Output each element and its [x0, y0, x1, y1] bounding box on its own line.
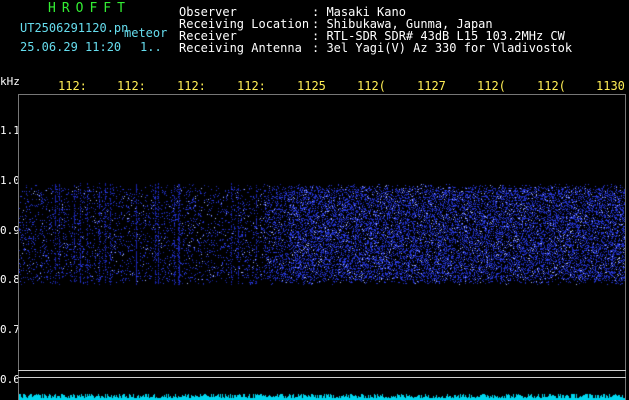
spectrogram-canvas — [19, 95, 625, 400]
x-tick-label: 1130 — [596, 79, 625, 93]
x-tick-label: 1127 — [417, 79, 446, 93]
date-time: 25.06.29 11:20 — [20, 40, 122, 54]
antenna-label: Receiving Antenna — [179, 41, 302, 55]
x-tick-label: 112: — [177, 79, 206, 93]
x-tick-label: 112( — [357, 79, 386, 93]
x-tick-label: 112: — [117, 79, 146, 93]
x-tick-label: 112: — [237, 79, 266, 93]
plot-frame-right — [625, 94, 626, 400]
x-tick-label: 112( — [537, 79, 566, 93]
plot-frame-left — [18, 94, 19, 400]
x-tick-label: 112( — [477, 79, 506, 93]
y-tick-label: 1.1 — [0, 124, 20, 137]
antenna-value: : 3el Yagi(V) Az 330 for Vladivostok — [312, 41, 573, 55]
y-tick-label: 0.6 — [0, 373, 20, 386]
y-tick-label: 0.7 — [0, 323, 20, 336]
x-tick-label: 1125 — [297, 79, 326, 93]
file-name: UT2506291120.pn — [20, 21, 129, 35]
reference-line — [18, 377, 626, 378]
y-tick-label: 1.0 — [0, 174, 20, 187]
plot-frame-top — [18, 94, 626, 95]
y-tick-label: 0.8 — [0, 273, 20, 286]
meteor-tag: meteor — [124, 26, 168, 40]
x-tick-label: 112: — [58, 79, 87, 93]
reference-line — [18, 370, 626, 371]
frame-index: 1.. — [140, 40, 162, 54]
y-tick-label: 0.9 — [0, 224, 20, 237]
brand-title: HROFFT — [48, 1, 131, 16]
y-axis-unit: kHz — [0, 75, 20, 88]
hrofft-window: HROFFT UT2506291120.pn meteor 25.06.29 1… — [0, 0, 629, 400]
